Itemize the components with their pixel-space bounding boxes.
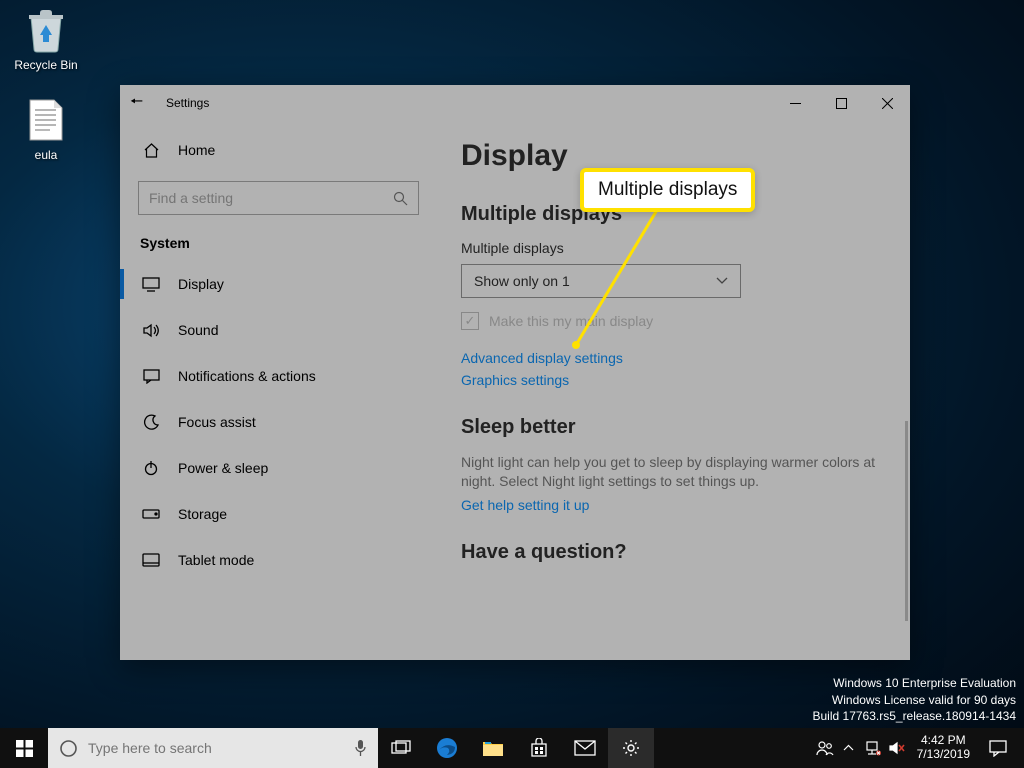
back-button[interactable]: 🠔 bbox=[130, 91, 156, 116]
nav-display[interactable]: Display bbox=[120, 261, 435, 307]
nav-power-sleep[interactable]: Power & sleep bbox=[120, 445, 435, 491]
power-icon bbox=[140, 460, 162, 476]
nav-tablet-mode[interactable]: Tablet mode bbox=[120, 537, 435, 583]
find-setting-search[interactable] bbox=[138, 181, 419, 215]
windows-watermark: Windows 10 Enterprise Evaluation Windows… bbox=[813, 675, 1017, 724]
sound-icon bbox=[140, 323, 162, 338]
settings-taskbar-button[interactable] bbox=[608, 728, 654, 768]
start-button[interactable] bbox=[0, 728, 48, 768]
taskbar-clock[interactable]: 4:42 PM 7/13/2019 bbox=[909, 734, 978, 762]
people-icon[interactable] bbox=[813, 740, 837, 756]
recycle-bin-icon bbox=[22, 6, 70, 54]
main-display-checkbox[interactable]: ✓ bbox=[461, 312, 479, 330]
callout-text: Multiple displays bbox=[598, 179, 737, 200]
taskbar-search-input[interactable] bbox=[88, 740, 342, 756]
section-have-question: Have a question? bbox=[461, 541, 884, 564]
nav-label: Display bbox=[178, 276, 224, 292]
storage-icon bbox=[140, 509, 162, 519]
edge-button[interactable] bbox=[424, 728, 470, 768]
maximize-button[interactable] bbox=[818, 87, 864, 119]
network-icon[interactable] bbox=[861, 740, 885, 756]
find-setting-input[interactable] bbox=[149, 190, 393, 206]
text-file-icon bbox=[22, 96, 70, 144]
store-button[interactable] bbox=[516, 728, 562, 768]
main-display-label: Make this my main display bbox=[489, 313, 653, 329]
desktop-icon-label: eula bbox=[8, 148, 84, 162]
microphone-icon[interactable] bbox=[342, 739, 378, 757]
action-center-button[interactable] bbox=[978, 740, 1018, 757]
select-value: Show only on 1 bbox=[474, 273, 570, 289]
home-nav[interactable]: Home bbox=[120, 129, 435, 171]
annotation-callout: Multiple displays bbox=[580, 168, 755, 212]
multiple-displays-select[interactable]: Show only on 1 bbox=[461, 264, 741, 298]
link-advanced-display[interactable]: Advanced display settings bbox=[461, 350, 884, 366]
tray-chevron-up-icon[interactable] bbox=[837, 744, 861, 752]
section-sleep-better: Sleep better bbox=[461, 416, 884, 439]
multiple-displays-label: Multiple displays bbox=[461, 240, 884, 256]
scrollbar[interactable] bbox=[905, 421, 908, 621]
volume-icon[interactable] bbox=[885, 741, 909, 755]
tablet-icon bbox=[140, 553, 162, 567]
nav-label: Storage bbox=[178, 506, 227, 522]
desktop-icon-eula[interactable]: eula bbox=[8, 96, 84, 162]
nav-label: Power & sleep bbox=[178, 460, 268, 476]
nav-label: Sound bbox=[178, 322, 218, 338]
focus-icon bbox=[140, 414, 162, 431]
nav-notifications[interactable]: Notifications & actions bbox=[120, 353, 435, 399]
main-display-checkbox-row: ✓ Make this my main display bbox=[461, 312, 884, 330]
nav-sound[interactable]: Sound bbox=[120, 307, 435, 353]
cortana-icon bbox=[48, 739, 88, 758]
task-view-button[interactable] bbox=[378, 728, 424, 768]
search-icon bbox=[393, 191, 408, 206]
nav-storage[interactable]: Storage bbox=[120, 491, 435, 537]
category-header: System bbox=[120, 229, 435, 261]
settings-window: 🠔 Settings Home System Display bbox=[120, 85, 910, 660]
nav-label: Tablet mode bbox=[178, 552, 254, 568]
sidebar: Home System Display Sound Notifications … bbox=[120, 121, 435, 660]
desktop-icon-recycle-bin[interactable]: Recycle Bin bbox=[8, 6, 84, 72]
titlebar: 🠔 Settings bbox=[120, 85, 910, 121]
mail-button[interactable] bbox=[562, 728, 608, 768]
sleep-better-text: Night light can help you get to sleep by… bbox=[461, 453, 884, 491]
taskbar: 4:42 PM 7/13/2019 bbox=[0, 728, 1024, 768]
window-title: Settings bbox=[166, 96, 209, 110]
link-graphics-settings[interactable]: Graphics settings bbox=[461, 372, 884, 388]
chevron-down-icon bbox=[716, 277, 728, 285]
taskbar-search[interactable] bbox=[48, 728, 378, 768]
minimize-button[interactable] bbox=[772, 87, 818, 119]
file-explorer-button[interactable] bbox=[470, 728, 516, 768]
home-icon bbox=[140, 142, 162, 159]
display-icon bbox=[140, 277, 162, 292]
home-label: Home bbox=[178, 142, 215, 158]
link-sleep-help[interactable]: Get help setting it up bbox=[461, 497, 884, 513]
desktop-icon-label: Recycle Bin bbox=[8, 58, 84, 72]
close-button[interactable] bbox=[864, 87, 910, 119]
nav-label: Notifications & actions bbox=[178, 368, 316, 384]
system-tray: 4:42 PM 7/13/2019 bbox=[813, 734, 1024, 762]
notifications-icon bbox=[140, 369, 162, 384]
nav-label: Focus assist bbox=[178, 414, 256, 430]
nav-focus-assist[interactable]: Focus assist bbox=[120, 399, 435, 445]
